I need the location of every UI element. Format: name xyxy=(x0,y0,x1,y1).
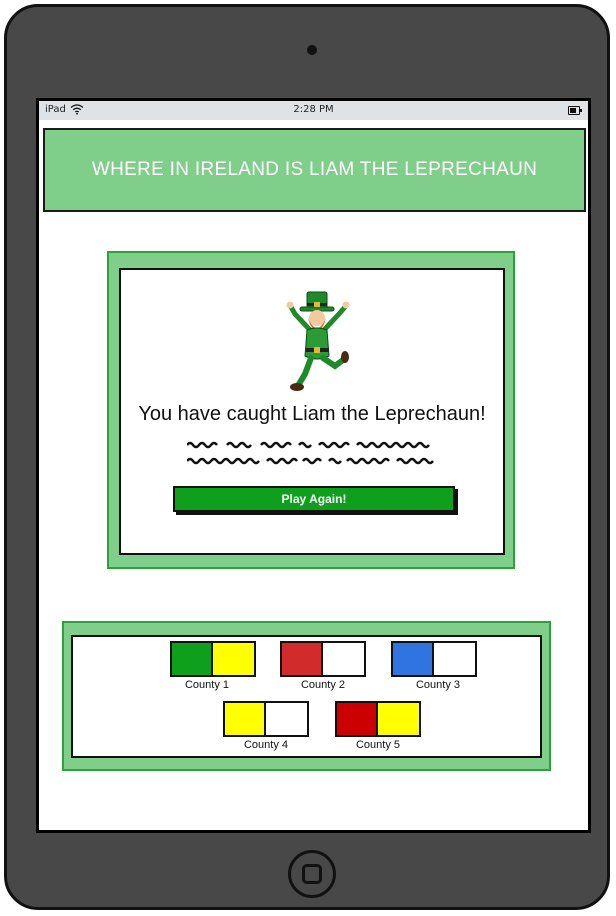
county-swatch xyxy=(223,701,309,737)
color-swatch xyxy=(434,643,475,675)
app-header: WHERE IN IRELAND IS LIAM THE LEPRECHAUN xyxy=(43,128,586,212)
county-legend-item: County 4 xyxy=(223,701,309,751)
leprechaun-icon xyxy=(286,291,350,391)
play-again-button[interactable]: Play Again! xyxy=(173,486,455,512)
camera-icon xyxy=(307,45,317,55)
county-legend-item: County 3 xyxy=(391,641,481,691)
color-swatch xyxy=(213,643,254,675)
county-label: County 3 xyxy=(415,679,461,691)
color-swatch xyxy=(337,703,378,735)
result-panel: You have caught Liam the Leprechaun! Pla… xyxy=(107,251,515,569)
county-legend-panel: County 1 County 2 County 3 County 4 Coun… xyxy=(62,621,551,771)
county-swatch xyxy=(280,641,366,677)
color-swatch xyxy=(172,643,213,675)
county-swatch xyxy=(391,641,477,677)
county-label: County 4 xyxy=(243,739,289,751)
ipad-frame: iPad 2:28 PM WHERE IN IRELAND IS LIAM TH… xyxy=(4,4,610,910)
color-swatch xyxy=(266,703,307,735)
battery-icon xyxy=(568,106,582,115)
placeholder-text-scribble xyxy=(187,457,434,465)
home-button[interactable] xyxy=(288,850,336,898)
county-label: County 5 xyxy=(355,739,401,751)
county-legend-item: County 2 xyxy=(280,641,366,691)
app-title: WHERE IN IRELAND IS LIAM THE LEPRECHAUN xyxy=(91,159,538,180)
color-swatch xyxy=(393,643,434,675)
color-swatch xyxy=(225,703,266,735)
county-legend-item: County 1 xyxy=(170,641,256,691)
caught-message: You have caught Liam the Leprechaun! xyxy=(138,403,486,425)
status-bar: iPad 2:28 PM xyxy=(39,101,588,120)
county-legend-item: County 5 xyxy=(335,701,421,751)
home-icon xyxy=(302,864,322,884)
county-swatch xyxy=(335,701,421,737)
status-time: 2:28 PM xyxy=(293,104,334,115)
color-swatch xyxy=(323,643,364,675)
result-dialog: You have caught Liam the Leprechaun! Pla… xyxy=(119,268,505,555)
screen: iPad 2:28 PM WHERE IN IRELAND IS LIAM TH… xyxy=(36,98,591,833)
placeholder-text-scribble xyxy=(187,441,430,449)
county-legend: County 1 County 2 County 3 County 4 Coun… xyxy=(71,635,542,758)
county-label: County 2 xyxy=(300,679,346,691)
county-label: County 1 xyxy=(184,679,230,691)
county-swatch xyxy=(170,641,256,677)
color-swatch xyxy=(282,643,323,675)
color-swatch xyxy=(378,703,419,735)
